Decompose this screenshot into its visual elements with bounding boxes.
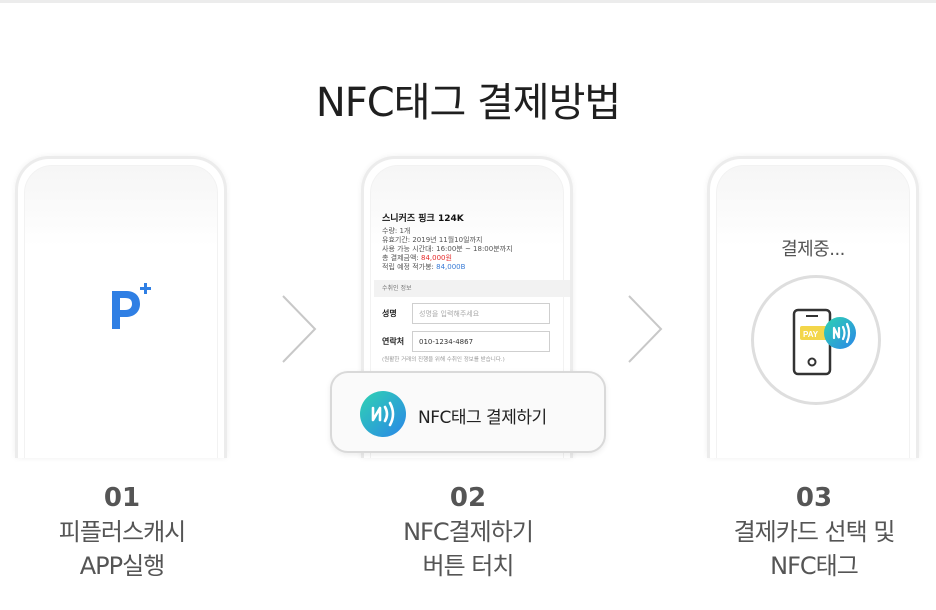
points-amount: 적립 예정 적가봉: 84,000B	[382, 263, 566, 272]
step-text-line-1: NFC결제하기	[403, 518, 534, 546]
top-divider	[0, 0, 936, 3]
step-number: 01	[103, 483, 141, 513]
recipient-section-header: 수취인 정보	[374, 280, 570, 297]
step-text-line-2: NFC태그	[770, 552, 859, 580]
order-summary: 스니커즈 핑크 124K 수량: 1개 유효기간: 2019년 11월10일까지…	[374, 214, 570, 365]
paying-status: 결제중...	[781, 239, 845, 260]
recipient-note: (원활한 거래의 진행을 위해 수취인 정보를 받습니다.)	[382, 357, 505, 363]
total-value: 84,000원	[421, 254, 452, 262]
points-value: 84,000B	[436, 263, 466, 271]
product-title: 스니커즈 핑크 124K	[382, 214, 464, 224]
nfc-icon	[360, 391, 406, 437]
detail-time: 사용 가능 시간대: 16:00분 ~ 18:00분까지	[382, 245, 513, 253]
total-amount: 총 결제금액: 84,000원	[382, 254, 566, 263]
step-2-caption: 02 NFC결제하기 버튼 터치	[348, 481, 588, 583]
nfc-pay-button-label: NFC태그 결제하기	[418, 408, 547, 428]
phone-pay-icon: PAY	[792, 308, 856, 376]
detail-expiry: 유효기간: 2019년 11월10일까지	[382, 236, 483, 244]
step-1-caption: 01 피플러스캐시 APP실행	[2, 481, 242, 583]
pay-label: PAY	[803, 330, 819, 339]
step-text-line-1: 결제카드 선택 및	[733, 518, 896, 546]
phone-row: 연락처 010-1234-4867	[382, 331, 566, 353]
phone-input[interactable]: 010-1234-4867	[412, 331, 550, 352]
name-row: 성명 성명을 입력해주세요	[382, 303, 566, 325]
chevron-right-icon	[628, 295, 663, 363]
step-text-line-2: 버튼 터치	[422, 552, 515, 580]
name-input[interactable]: 성명을 입력해주세요	[412, 303, 550, 324]
step-number: 02	[449, 483, 487, 513]
nfc-pay-illustration: PAY	[751, 275, 881, 405]
total-label: 총 결제금액:	[382, 254, 422, 262]
detail-quantity: 수량: 1개	[382, 227, 411, 235]
phone-label: 연락처	[382, 337, 405, 346]
name-label: 성명	[382, 309, 397, 318]
points-label: 적립 예정 적가봉:	[382, 263, 437, 271]
chevron-right-icon	[282, 295, 317, 363]
phone-step-1	[15, 156, 227, 458]
page-title: NFC태그 결제방법	[315, 80, 621, 126]
step-number: 03	[795, 483, 833, 513]
step-text-line-1: 피플러스캐시	[58, 518, 186, 546]
phone-step-3: 결제중... PAY	[707, 156, 919, 458]
step-text-line-2: APP실행	[79, 552, 166, 580]
step-3-caption: 03 결제카드 선택 및 NFC태그	[694, 481, 934, 583]
app-logo-icon	[112, 283, 151, 329]
nfc-pay-button[interactable]: NFC태그 결제하기	[330, 371, 606, 453]
